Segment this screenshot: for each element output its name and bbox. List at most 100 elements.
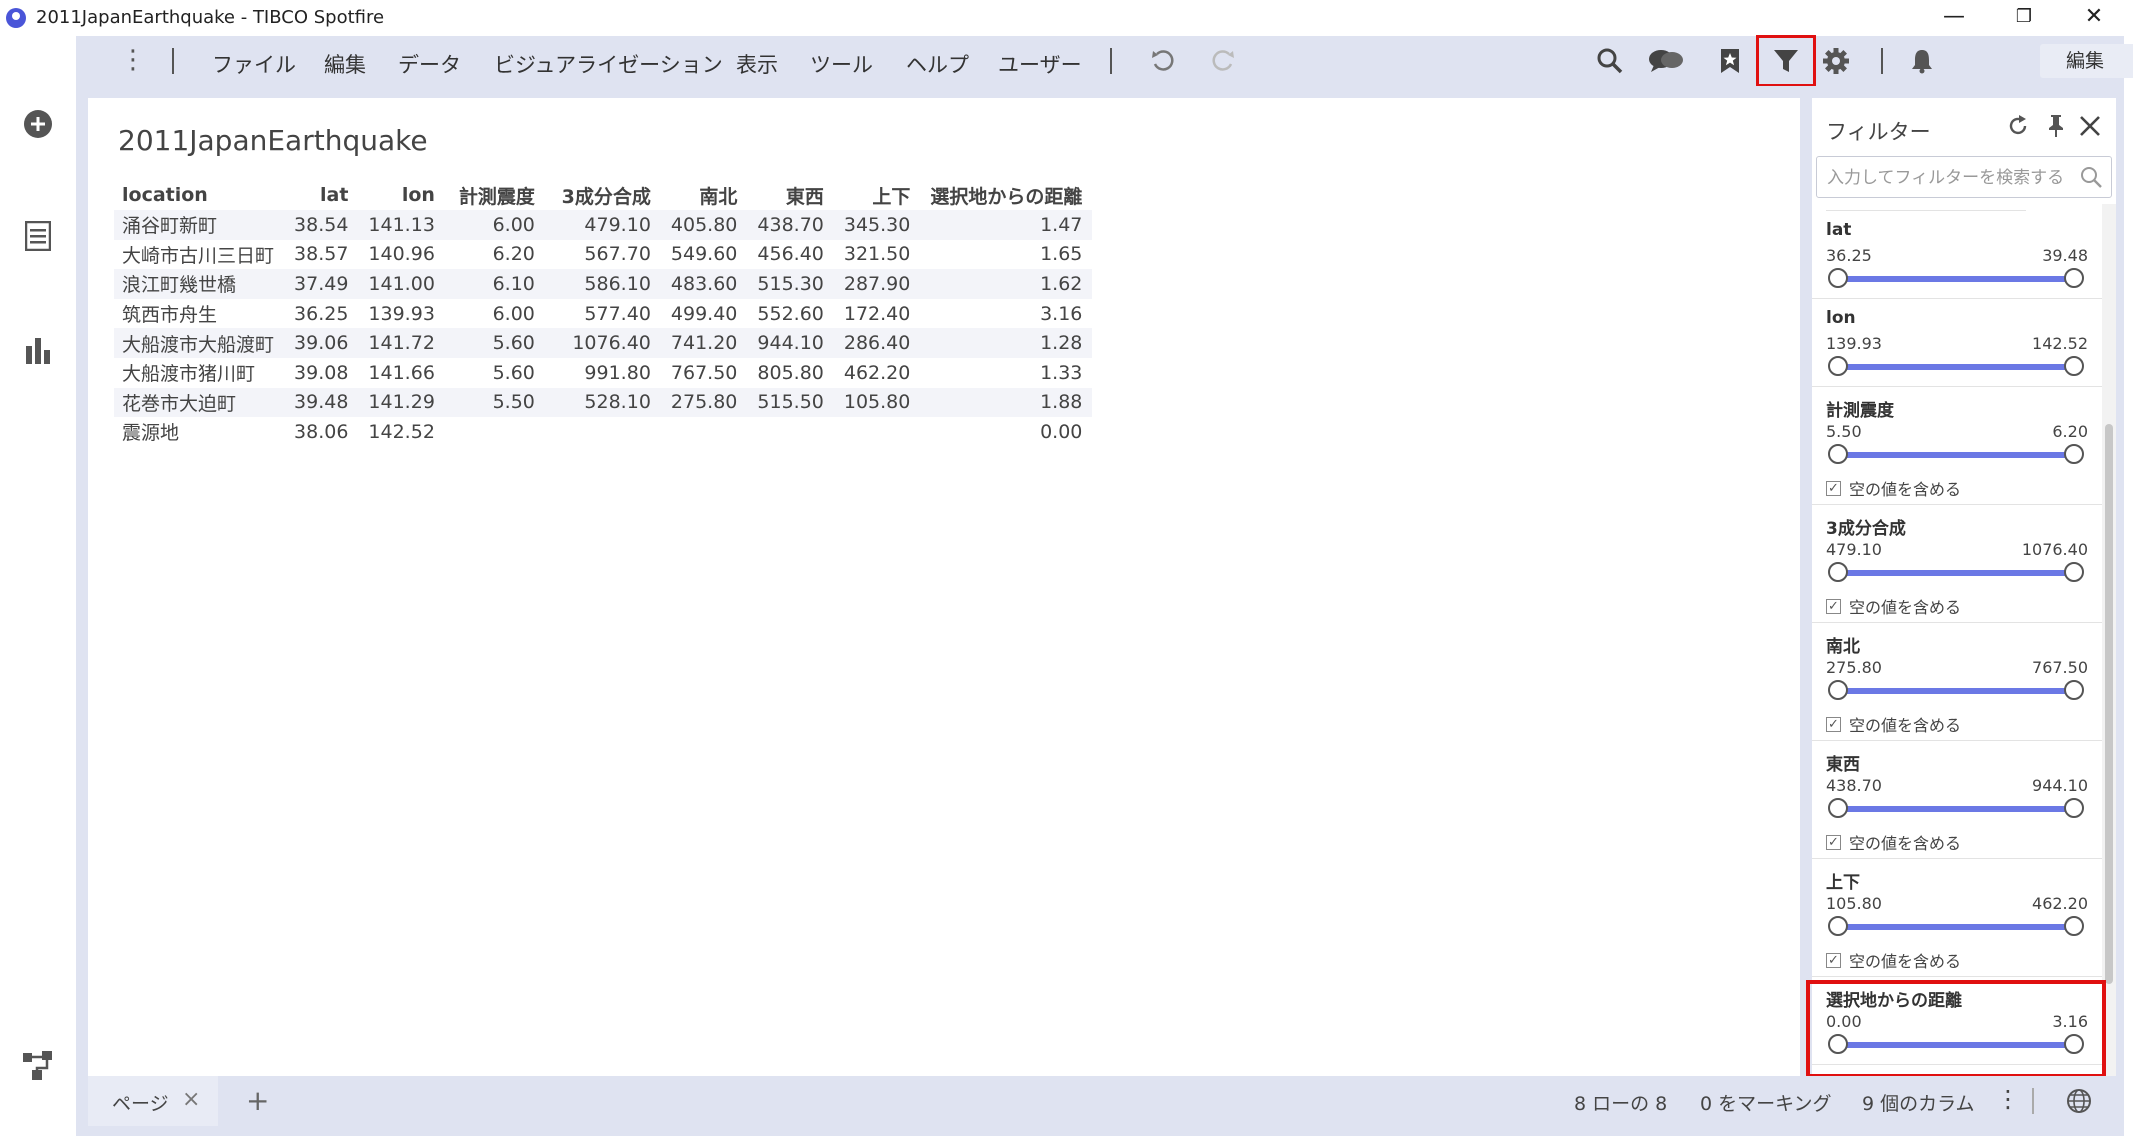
table-row[interactable]: 浪江町幾世橋 37.49 141.00 6.10 586.10 483.60 515.30 2… bbox=[114, 269, 1093, 299]
table-cell: 39.08 bbox=[294, 361, 349, 384]
include-empty-label: 空の値を含める bbox=[1849, 480, 1962, 499]
table-row[interactable]: 筑西市舟生 36.25 139.93 6.00 577.40 499.40 552.60 17… bbox=[114, 299, 1092, 329]
filter-search-box[interactable] bbox=[1816, 156, 2112, 198]
redo-button[interactable] bbox=[1204, 42, 1244, 80]
settings-button[interactable] bbox=[1816, 42, 1856, 80]
column-count-status[interactable]: 9 個のカラム bbox=[1862, 1089, 1975, 1116]
menu-help[interactable]: ヘルプ bbox=[906, 49, 969, 79]
range-slider-max-handle[interactable] bbox=[2064, 680, 2084, 700]
column-header[interactable]: lon bbox=[358, 180, 444, 210]
maximize-button[interactable]: ❐ bbox=[1994, 0, 2054, 36]
menu-file[interactable]: ファイル bbox=[212, 49, 296, 79]
include-empty-checkbox[interactable]: ✓ 空の値を含める bbox=[1826, 712, 1961, 736]
table-row[interactable]: 大崎市古川三日町 38.57 140.96 6.20 567.70 549.60 456.4… bbox=[114, 240, 1092, 270]
data-panel-button[interactable] bbox=[18, 216, 58, 256]
table-cell: 275.80 bbox=[660, 387, 748, 418]
undo-button[interactable] bbox=[1142, 42, 1182, 80]
notifications-button[interactable] bbox=[1902, 42, 1942, 80]
table-cell: 586.10 bbox=[544, 269, 661, 299]
menu-edit[interactable]: 編集 bbox=[324, 49, 366, 79]
column-header[interactable]: 南北 bbox=[661, 180, 747, 210]
range-slider-min-handle[interactable] bbox=[1828, 356, 1848, 376]
range-slider-max-handle[interactable] bbox=[2064, 444, 2084, 464]
minimize-button[interactable]: — bbox=[1924, 0, 1984, 36]
range-slider-min-handle[interactable] bbox=[1828, 798, 1848, 818]
table-cell: 515.50 bbox=[747, 387, 834, 418]
include-empty-checkbox[interactable]: ✓ 空の値を含める bbox=[1826, 948, 1961, 972]
column-header[interactable]: 上下 bbox=[834, 180, 920, 210]
close-panel-button[interactable] bbox=[2074, 110, 2106, 142]
search-button[interactable] bbox=[1590, 42, 1630, 80]
menu-user[interactable]: ユーザー bbox=[998, 49, 1082, 79]
visualization-page: 2011JapanEarthquake location lat lon 計測震… bbox=[88, 98, 1800, 1076]
data-table[interactable]: location lat lon 計測震度 3成分合成 南北 東西 上下 選択地… bbox=[114, 180, 1093, 447]
range-slider-track[interactable] bbox=[1838, 688, 2074, 694]
table-cell: 172.40 bbox=[843, 302, 911, 325]
table-row[interactable]: 大船渡市大船渡町 39.06 141.72 5.60 1076.40 741.20 944.… bbox=[114, 328, 1093, 358]
globe-button[interactable] bbox=[2066, 1088, 2092, 1118]
bookmarks-button[interactable] bbox=[1710, 42, 1750, 80]
authoring-mode-select[interactable]: 編集 ⌄ bbox=[2040, 44, 2133, 78]
column-header[interactable]: location bbox=[114, 180, 284, 210]
filter-search-input[interactable] bbox=[1825, 165, 2079, 191]
table-cell: 38.06 bbox=[294, 420, 349, 443]
table-row[interactable]: 震源地 38.06 142.52 0.00 bbox=[114, 417, 1092, 447]
close-window-button[interactable]: ✕ bbox=[2064, 0, 2124, 36]
range-slider-max-handle[interactable] bbox=[2064, 356, 2084, 376]
include-empty-checkbox[interactable]: ✓ 空の値を含める bbox=[1826, 476, 1961, 500]
add-page-button[interactable]: + bbox=[246, 1084, 269, 1117]
filter-group: 計測震度 5.50 6.20 ✓ 空の値を含める bbox=[1812, 386, 2102, 505]
reset-filters-button[interactable] bbox=[2002, 110, 2034, 142]
column-header[interactable]: 東西 bbox=[747, 180, 833, 210]
menu-visualization[interactable]: ビジュアライゼーション bbox=[494, 49, 723, 79]
column-header[interactable]: 選択地からの距離 bbox=[920, 180, 1092, 210]
range-slider-min-handle[interactable] bbox=[1828, 562, 1848, 582]
table-cell: 5.60 bbox=[444, 328, 545, 358]
range-slider-track[interactable] bbox=[1838, 570, 2074, 576]
range-slider-max-handle[interactable] bbox=[2064, 916, 2084, 936]
add-button[interactable] bbox=[18, 104, 58, 144]
menu-data[interactable]: データ bbox=[398, 49, 461, 79]
range-slider-min-handle[interactable] bbox=[1828, 680, 1848, 700]
filter-scrollbar-thumb[interactable] bbox=[2105, 424, 2113, 984]
page-tab[interactable]: ページ × bbox=[88, 1076, 218, 1126]
table-row[interactable]: 涌谷町新町 38.54 141.13 6.00 479.10 405.80 438.70 34… bbox=[114, 210, 1093, 240]
range-slider-min-handle[interactable] bbox=[1828, 268, 1848, 288]
table-cell: 筑西市舟生 bbox=[122, 304, 218, 327]
column-header[interactable]: 3成分合成 bbox=[545, 180, 661, 210]
filter-min-value: 438.70 bbox=[1826, 776, 1882, 795]
table-row[interactable]: 花巻市大迫町 39.48 141.29 5.50 528.10 275.80 515.50 1… bbox=[114, 387, 1093, 418]
table-cell: 1.47 bbox=[920, 210, 1093, 240]
range-slider-track[interactable] bbox=[1838, 924, 2074, 930]
table-row[interactable]: 大船渡市猪川町 39.08 141.66 5.60 991.80 767.50 805.80… bbox=[114, 358, 1092, 388]
range-slider-min-handle[interactable] bbox=[1828, 444, 1848, 464]
menu-view[interactable]: 表示 bbox=[736, 49, 778, 79]
filter-max-value: 6.20 bbox=[2052, 422, 2088, 441]
table-cell: 大崎市古川三日町 bbox=[122, 244, 275, 267]
filter-name: lon bbox=[1826, 308, 1856, 328]
collaboration-button[interactable] bbox=[1646, 42, 1686, 80]
visualization-types-button[interactable] bbox=[18, 330, 58, 370]
more-menu-icon[interactable]: ⋮ bbox=[120, 47, 146, 73]
filter-name: 3成分合成 bbox=[1826, 519, 1906, 539]
range-slider-track[interactable] bbox=[1838, 452, 2074, 458]
table-cell bbox=[661, 417, 747, 447]
more-options-icon[interactable]: ⋮ bbox=[1996, 1085, 2020, 1113]
include-empty-checkbox[interactable]: ✓ 空の値を含める bbox=[1826, 594, 1961, 618]
range-slider-max-handle[interactable] bbox=[2064, 562, 2084, 582]
data-canvas-button[interactable] bbox=[18, 1046, 58, 1086]
filter-scrollbar[interactable] bbox=[2102, 204, 2116, 1076]
range-slider-max-handle[interactable] bbox=[2064, 268, 2084, 288]
close-page-icon[interactable]: × bbox=[182, 1087, 200, 1112]
range-slider-track[interactable] bbox=[1838, 276, 2074, 282]
include-empty-checkbox[interactable]: ✓ 空の値を含める bbox=[1826, 830, 1961, 854]
column-header[interactable]: 計測震度 bbox=[445, 180, 545, 210]
column-header[interactable]: lat bbox=[284, 180, 358, 210]
range-slider-min-handle[interactable] bbox=[1828, 916, 1848, 936]
range-slider-max-handle[interactable] bbox=[2064, 798, 2084, 818]
include-empty-label: 空の値を含める bbox=[1849, 716, 1962, 735]
range-slider-track[interactable] bbox=[1838, 806, 2074, 812]
range-slider-track[interactable] bbox=[1838, 364, 2074, 370]
menu-tools[interactable]: ツール bbox=[810, 49, 873, 79]
pin-panel-button[interactable] bbox=[2040, 110, 2072, 142]
